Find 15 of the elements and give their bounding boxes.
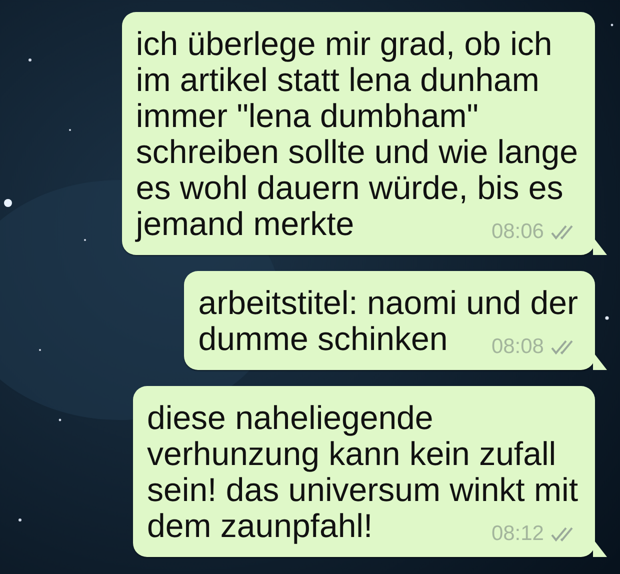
- message-line: immer "lena dumbham": [136, 98, 478, 134]
- message-line: dem zaunpfahl!: [147, 508, 373, 544]
- message-time: 08:12: [491, 522, 544, 546]
- message-line: arbeitstitel: naomi und der: [198, 285, 578, 321]
- message-line: diese naheliegende: [147, 400, 434, 436]
- message-time: 08:06: [491, 220, 544, 244]
- message-line: sein! das universum winkt mit: [147, 472, 578, 508]
- message-line: ich überlege mir grad, ob ich: [136, 26, 552, 62]
- message-line: verhunzung kann kein zufall: [147, 436, 556, 472]
- message-line: es wohl dauern würde, bis es: [136, 170, 564, 206]
- message-time: 08:08: [491, 335, 544, 359]
- message-line: jemand merkte: [136, 206, 354, 242]
- message-line: schreiben sollte und wie lange: [136, 134, 578, 170]
- message-line: im artikel statt lena dunham: [136, 62, 540, 98]
- message-line: dumme schinken: [198, 321, 448, 357]
